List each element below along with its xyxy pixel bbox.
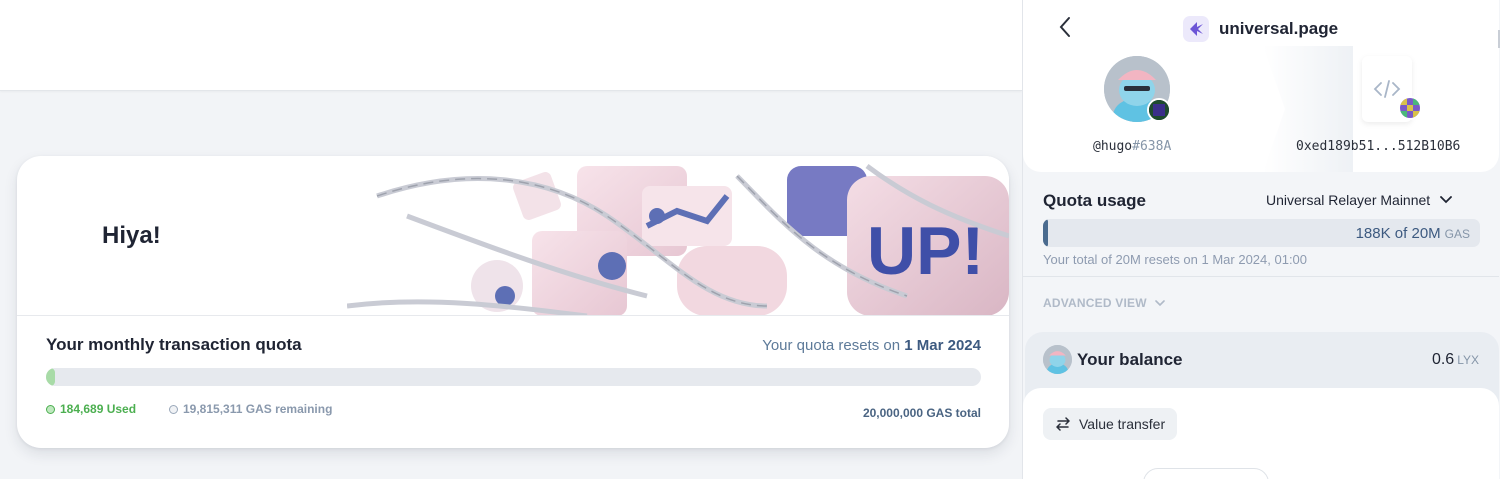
- quota-reset-text: Your quota resets on 1 Mar 2024: [762, 337, 981, 354]
- chains-illustration: UP!: [347, 156, 1009, 315]
- quota-card: Hiya! UP! Your monthly transaction quota…: [17, 156, 1009, 448]
- site-name: universal.page: [1219, 19, 1339, 38]
- divider: [1023, 276, 1499, 277]
- balance-value: 0.6 LYX: [1432, 351, 1479, 369]
- quota-title: Your monthly transaction quota: [46, 335, 302, 354]
- back-chevron-icon: [1059, 17, 1070, 37]
- quota-usage-value: 188K of 20M GAS: [1356, 225, 1470, 242]
- top-header: [0, 0, 1022, 91]
- quota-usage-title: Quota usage: [1043, 191, 1146, 210]
- total-label: 20,000,000 GAS total: [862, 406, 981, 420]
- quota-progress-fill: [46, 368, 56, 386]
- bottom-button[interactable]: [1143, 468, 1269, 479]
- site-indicator: universal.page: [1183, 16, 1338, 42]
- quota-usage-unit: GAS: [1444, 227, 1470, 241]
- quota-usage-amount: 188K of 20M: [1355, 225, 1441, 242]
- used-legend: 184,689 Used: [46, 402, 136, 416]
- network-selector[interactable]: Universal Relayer Mainnet: [1266, 192, 1453, 208]
- quota-usage-bar: 188K of 20M GAS: [1043, 219, 1480, 247]
- transaction-type-label: Value transfer: [1079, 416, 1166, 432]
- balance-title: Your balance: [1077, 350, 1183, 369]
- chevron-down-icon: [1154, 299, 1165, 306]
- used-label: 184,689 Used: [60, 402, 137, 416]
- transfer-arrows-icon: [1056, 417, 1070, 431]
- balance-unit: LYX: [1457, 353, 1479, 367]
- contract-badge: [1398, 96, 1422, 120]
- advanced-view-label: ADVANCED VIEW: [1043, 296, 1147, 310]
- quota-progress-bar: [46, 368, 981, 386]
- hero-title: Hiya!: [102, 222, 161, 249]
- code-icon: [1373, 80, 1401, 98]
- quota-reset-date: 1 Mar 2024: [904, 337, 981, 354]
- chevron-down-icon: [1440, 196, 1453, 204]
- balance-amount: 0.6: [1431, 351, 1455, 368]
- back-button[interactable]: [1054, 16, 1076, 38]
- profile-network-badge: [1147, 98, 1171, 122]
- used-dot-icon: [46, 404, 55, 414]
- profile-tag: #638A: [1132, 139, 1172, 154]
- extension-panel: universal.page @hugo#638A 0xed189b51...5…: [1022, 0, 1500, 479]
- remaining-legend: 19,815,311 GAS remaining: [169, 402, 332, 416]
- remaining-label: 19,815,311 GAS remaining: [183, 402, 333, 416]
- advanced-view-toggle[interactable]: ADVANCED VIEW: [1043, 296, 1165, 310]
- quota-reset-note: Your total of 20M resets on 1 Mar 2024, …: [1043, 252, 1308, 267]
- remaining-dot-icon: [169, 404, 178, 414]
- quota-usage-fill: [1043, 219, 1048, 247]
- quota-reset-label: Your quota resets on: [762, 337, 901, 354]
- hero-banner: Hiya! UP!: [17, 156, 1009, 316]
- universal-page-logo-icon: [1183, 16, 1209, 42]
- transaction-type-chip[interactable]: Value transfer: [1043, 408, 1178, 440]
- balance-avatar: [1043, 345, 1072, 374]
- profile-name: @hugo#638A: [1093, 139, 1171, 154]
- network-label: Universal Relayer Mainnet: [1266, 192, 1431, 208]
- contract-address: 0xed189b51...512B10B6: [1296, 139, 1461, 154]
- profile-handle: @hugo: [1093, 139, 1133, 154]
- svg-text:UP!: UP!: [867, 213, 984, 289]
